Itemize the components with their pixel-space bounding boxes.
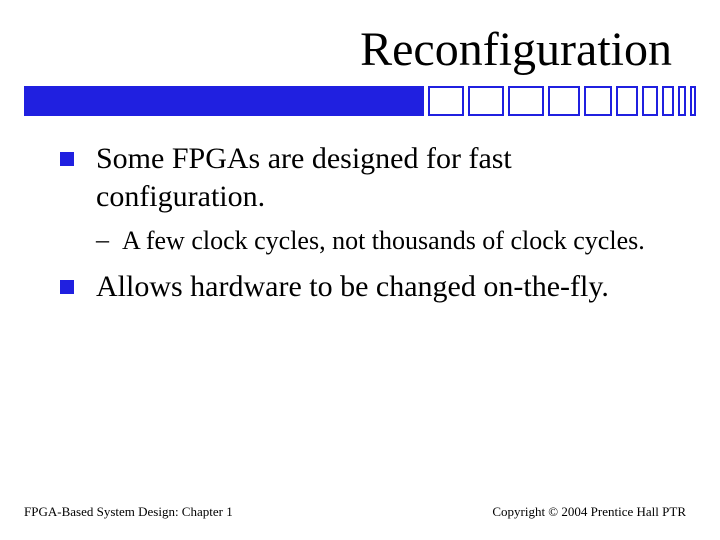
square-bullet-icon (60, 280, 74, 294)
bar-segment (548, 86, 580, 116)
bar-segment (678, 86, 686, 116)
footer-left: FPGA-Based System Design: Chapter 1 (24, 504, 233, 520)
bar-segment (616, 86, 638, 116)
bullet-text: Allows hardware to be changed on-the-fly… (96, 268, 670, 306)
decorative-bar (24, 86, 696, 116)
footer-right: Copyright © 2004 Prentice Hall PTR (492, 504, 686, 520)
bar-segment (468, 86, 504, 116)
square-bullet-icon (60, 152, 74, 166)
slide: Reconfiguration Some FPGAs are designed … (0, 0, 720, 540)
bar-segment (584, 86, 612, 116)
title-row: Reconfiguration (0, 22, 720, 77)
bar-segment (428, 86, 464, 116)
bar-main-segment (24, 86, 424, 116)
bar-segment (642, 86, 658, 116)
dash-bullet-icon: – (96, 225, 109, 255)
content-area: Some FPGAs are designed for fast configu… (60, 140, 670, 315)
bullet-level1: Some FPGAs are designed for fast configu… (60, 140, 670, 215)
bar-segment (508, 86, 544, 116)
bullet-level1: Allows hardware to be changed on-the-fly… (60, 268, 670, 306)
bullet-text: Some FPGAs are designed for fast configu… (96, 140, 670, 215)
bar-segment (662, 86, 674, 116)
slide-title: Reconfiguration (360, 23, 672, 76)
bullet-text: A few clock cycles, not thousands of clo… (122, 225, 670, 258)
bullet-level2: – A few clock cycles, not thousands of c… (96, 225, 670, 258)
bar-segment (690, 86, 696, 116)
